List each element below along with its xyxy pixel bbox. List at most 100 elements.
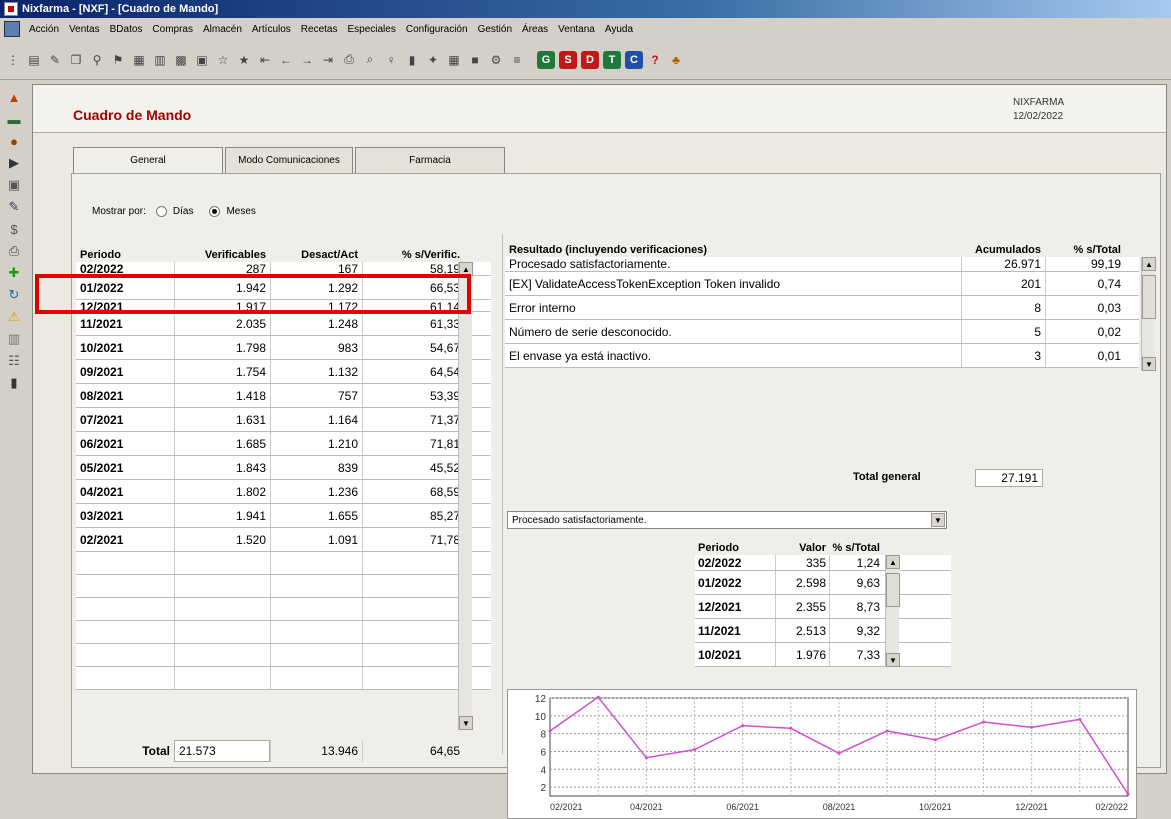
table-row[interactable]: 09/2021 1.754 1.132 64,54 [76, 360, 491, 384]
star-icon[interactable]: ★ [235, 51, 253, 69]
results-scroll-up-icon[interactable]: ▲ [1142, 257, 1156, 271]
results-scrollbar[interactable]: ▲ ▼ [1141, 257, 1156, 371]
printer-icon[interactable]: ⎙ [5, 242, 23, 260]
binoculars-icon[interactable]: ⚲ [88, 51, 106, 69]
table-row[interactable]: 08/2021 1.418 757 53,39 [76, 384, 491, 408]
radio-dias[interactable] [155, 206, 167, 217]
sub-scroll-down-icon[interactable]: ▼ [886, 653, 900, 667]
first-icon[interactable]: ⇤ [256, 51, 274, 69]
menu-item-11[interactable]: Ventana [553, 22, 600, 37]
result-filter-select[interactable]: Procesado satisfactoriamente. ▼ [507, 511, 947, 529]
result-period-row[interactable]: 12/2021 2.355 8,73 [695, 595, 951, 619]
result-period-row[interactable]: 10/2021 1.976 7,33 [695, 643, 951, 667]
sub-scroll-thumb[interactable] [886, 573, 900, 607]
table-row[interactable]: 11/2021 2.035 1.248 61,33 [76, 312, 491, 336]
tab-general[interactable]: General [73, 147, 223, 173]
filter-icon[interactable]: ⚑ [109, 51, 127, 69]
card-icon[interactable]: ▬ [5, 110, 23, 128]
new-icon[interactable]: ▤ [25, 51, 43, 69]
tools-icon[interactable]: ⚙ [487, 51, 505, 69]
results-row[interactable]: [EX] ValidateAccessTokenException Token … [505, 272, 1139, 296]
user-icon[interactable]: ● [5, 132, 23, 150]
bars-icon[interactable]: ▮ [5, 374, 23, 392]
radio-meses[interactable] [209, 206, 221, 217]
help-question-icon[interactable]: ? [646, 51, 664, 69]
pharmacy-cross-icon[interactable]: ✚ [5, 264, 23, 282]
table-row[interactable]: 07/2021 1.631 1.164 71,37 [76, 408, 491, 432]
help-icon[interactable]: ♀ [382, 51, 400, 69]
table-row[interactable]: 06/2021 1.685 1.210 71,81 [76, 432, 491, 456]
cell-acumulados: 3 [961, 344, 1045, 367]
menu-item-12[interactable]: Ayuda [600, 22, 638, 37]
money-icon[interactable]: $ [5, 220, 23, 238]
last-icon[interactable]: ⇥ [319, 51, 337, 69]
table-row[interactable]: 05/2021 1.843 839 45,52 [76, 456, 491, 480]
menu-item-9[interactable]: Gestión [473, 22, 517, 37]
next-icon[interactable]: → [298, 51, 316, 69]
grid-icon[interactable]: ▩ [172, 51, 190, 69]
menu-item-1[interactable]: Ventas [64, 22, 105, 37]
menu-item-4[interactable]: Almacén [198, 22, 247, 37]
print-icon[interactable]: ⎙ [340, 51, 358, 69]
table-row[interactable]: 10/2021 1.798 983 54,67 [76, 336, 491, 360]
radio-meses-label[interactable]: Meses [226, 206, 255, 217]
warning-icon[interactable]: ⚠ [5, 308, 23, 326]
chevron-down-icon[interactable]: ▼ [931, 513, 945, 527]
truck-icon[interactable]: ▶ [5, 154, 23, 172]
results-scroll-thumb[interactable] [1142, 275, 1156, 319]
dispense-icon[interactable]: ▲ [5, 88, 23, 106]
recycle-icon[interactable]: ↻ [5, 286, 23, 304]
radio-dias-label[interactable]: Días [173, 206, 194, 217]
letter-button-4[interactable]: C [625, 50, 643, 69]
edit-icon[interactable]: ✎ [46, 51, 64, 69]
menu-item-6[interactable]: Recetas [296, 22, 343, 37]
menu-item-5[interactable]: Artículos [247, 22, 296, 37]
letter-button-0[interactable]: G [537, 50, 555, 69]
menu-item-7[interactable]: Especiales [342, 22, 400, 37]
prev-icon[interactable]: ← [277, 51, 295, 69]
stats-icon[interactable]: ▥ [5, 330, 23, 348]
document-menu-icon[interactable] [4, 21, 20, 37]
results-row[interactable]: Procesado satisfactoriamente. 26.971 99,19 [505, 257, 1139, 272]
menu-item-2[interactable]: BDatos [105, 22, 148, 37]
report-icon[interactable]: ▦ [130, 51, 148, 69]
results-row[interactable]: El envase ya está inactivo. 3 0,01 [505, 344, 1139, 368]
menu-item-0[interactable]: Acción [24, 22, 64, 37]
star-outline-icon[interactable]: ☆ [214, 51, 232, 69]
tab-modo-comunicaciones[interactable]: Modo Comunicaciones [225, 147, 353, 173]
wizard-icon[interactable]: ✦ [424, 51, 442, 69]
results-row[interactable]: Número de serie desconocido. 5 0,02 [505, 320, 1139, 344]
exit-icon[interactable]: ♣ [667, 51, 685, 69]
preview-icon[interactable]: ⌕ [361, 51, 379, 69]
menu-item-10[interactable]: Áreas [517, 22, 553, 37]
period-table-scrollbar[interactable]: ▲ ▼ [458, 262, 473, 730]
results-row[interactable]: Error interno 8 0,03 [505, 296, 1139, 320]
menu-item-8[interactable]: Configuración [401, 22, 473, 37]
result-period-row[interactable]: 02/2022 335 1,24 [695, 555, 951, 571]
box-icon[interactable]: ▣ [5, 176, 23, 194]
letter-button-1[interactable]: S [559, 50, 577, 69]
table-row[interactable]: 03/2021 1.941 1.655 85,27 [76, 504, 491, 528]
pencil-icon[interactable]: ✎ [5, 198, 23, 216]
scroll-down-icon[interactable]: ▼ [459, 716, 473, 730]
results-scroll-down-icon[interactable]: ▼ [1142, 357, 1156, 371]
block-icon[interactable]: ■ [466, 51, 484, 69]
letter-button-2[interactable]: D [581, 50, 599, 69]
books-icon[interactable]: ▮ [403, 51, 421, 69]
result-period-row[interactable]: 11/2021 2.513 9,32 [695, 619, 951, 643]
result-period-row[interactable]: 01/2022 2.598 9,63 [695, 571, 951, 595]
table-row[interactable]: 04/2021 1.802 1.236 68,59 [76, 480, 491, 504]
equals-icon[interactable]: ≡ [508, 51, 526, 69]
table-row[interactable]: 02/2021 1.520 1.091 71,78 [76, 528, 491, 552]
list-icon[interactable]: ☷ [5, 352, 23, 370]
result-period-scrollbar[interactable]: ▲ ▼ [885, 555, 900, 667]
letter-button-3[interactable]: T [603, 50, 621, 69]
copy-icon[interactable]: ❐ [67, 51, 85, 69]
calendar-icon[interactable]: ▣ [193, 51, 211, 69]
result-period-header: Periodo Valor % s/Total [695, 541, 951, 555]
calc-icon[interactable]: ▦ [445, 51, 463, 69]
chart-icon[interactable]: ▥ [151, 51, 169, 69]
menu-item-3[interactable]: Compras [147, 22, 198, 37]
tab-farmacia[interactable]: Farmacia [355, 147, 505, 173]
sub-scroll-up-icon[interactable]: ▲ [886, 555, 900, 569]
